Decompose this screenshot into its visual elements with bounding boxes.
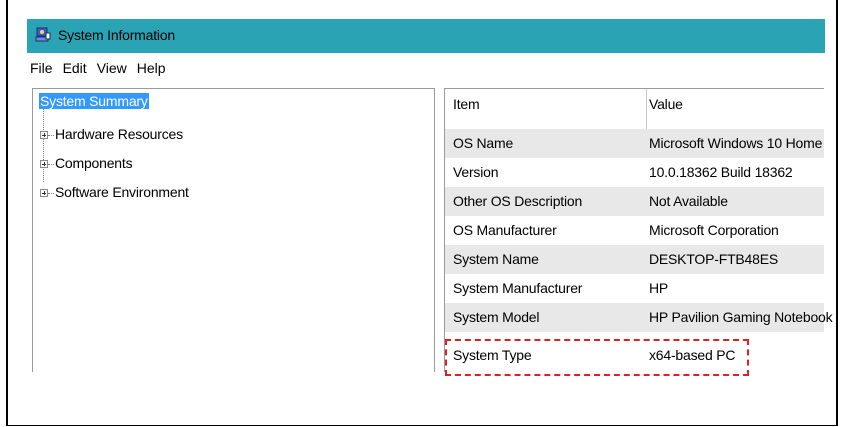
row-value: Microsoft Windows 10 Home [649,135,823,151]
row-value: 10.0.18362 Build 18362 [649,164,793,180]
category-tree[interactable]: System Summary Hardware Resources Compon… [32,88,435,372]
tree-connector [48,135,54,136]
row-item: OS Manufacturer [453,222,557,238]
menu-edit[interactable]: Edit [63,60,87,80]
tree-item-components[interactable]: Components [55,155,133,171]
menu-view[interactable]: View [97,60,127,80]
column-header-item[interactable]: Item [453,96,480,112]
table-row[interactable]: OS Manufacturer Microsoft Corporation [445,216,824,245]
expand-software-environment-icon[interactable] [40,189,48,197]
table-row[interactable]: OS Name Microsoft Windows 10 Home [445,129,824,158]
table-row[interactable]: System Name DESKTOP-FTB48ES [445,245,824,274]
expand-hardware-resources-icon[interactable] [40,131,48,139]
tree-connector [48,193,54,194]
menu-file[interactable]: File [30,60,53,80]
row-value: HP Pavilion Gaming Notebook [649,309,833,325]
row-value: Not Available [649,193,728,209]
tree-connector [48,164,54,165]
tree-item-hardware-resources[interactable]: Hardware Resources [55,126,183,142]
table-row[interactable]: Other OS Description Not Available [445,187,824,216]
row-value: Microsoft Corporation [649,222,779,238]
row-item: OS Name [453,135,514,151]
row-value: DESKTOP-FTB48ES [649,251,779,267]
expand-components-icon[interactable] [40,160,48,168]
row-item: Other OS Description [453,193,583,209]
tree-item-software-environment[interactable]: Software Environment [55,184,189,200]
row-item: Version [453,164,499,180]
menu-help[interactable]: Help [137,60,166,80]
list-header: Item Value [445,90,824,119]
row-value: HP [649,280,669,296]
row-item: System Name [453,251,539,267]
annotation-highlight-box [445,339,749,376]
table-row[interactable]: System Manufacturer HP [445,274,824,303]
row-item: System Manufacturer [453,280,583,296]
row-item: System Model [453,309,540,325]
title-bar[interactable]: System Information [27,19,825,53]
tree-connector-line [43,109,44,182]
table-row[interactable]: System Model HP Pavilion Gaming Notebook [445,303,833,332]
tree-item-label: System Summary [39,93,149,109]
column-header-value[interactable]: Value [649,96,683,112]
window-title: System Information [58,27,175,43]
menu-bar: File Edit View Help [30,60,166,80]
system-information-icon [35,27,51,42]
table-row[interactable]: Version 10.0.18362 Build 18362 [445,158,824,187]
tree-item-system-summary[interactable]: System Summary [39,93,149,109]
